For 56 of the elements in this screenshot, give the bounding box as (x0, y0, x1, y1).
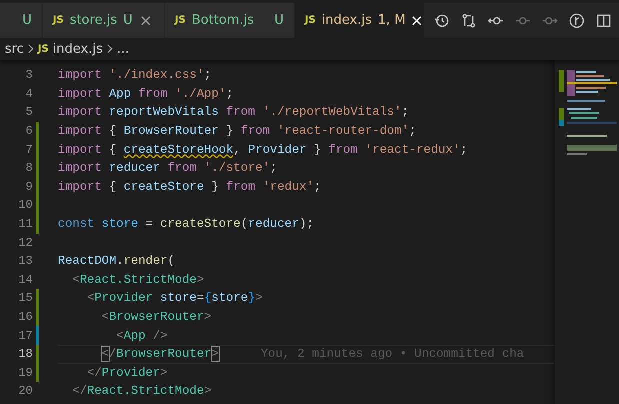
code-line: import reducer from './store'; (58, 161, 278, 176)
code-line: </BrowserRouter> (100, 347, 219, 362)
tab-status: U (123, 13, 133, 28)
js-file-icon: JS (305, 15, 316, 26)
code-line: import './index.css'; (58, 68, 212, 82)
code-line: const store = createStore(reducer); (58, 217, 314, 232)
line-number: 19 (18, 366, 33, 380)
code-line: </Provider> (86, 366, 168, 380)
line-number: 20 (18, 384, 33, 398)
tab-status: 1, M (378, 13, 406, 28)
tab-label: index.js (322, 13, 372, 28)
line-number: 6 (24, 124, 33, 138)
line-number: 5 (24, 105, 33, 120)
editor-tab[interactable]: U (0, 3, 43, 38)
code-line: <Provider store={store}> (86, 291, 263, 306)
code-line: import { BrowserRouter } from 'react-router-dom'; (58, 124, 416, 138)
line-number: 15 (18, 291, 33, 306)
chevron-icon (28, 44, 34, 54)
editor-tab[interactable]: JS Bottom.js U (165, 3, 295, 38)
breadcrumb-item[interactable]: index.js (52, 42, 104, 56)
line-number: 7 (24, 142, 33, 157)
js-file-icon: JS (38, 44, 49, 54)
code-line: ReactDOM.render( (58, 254, 176, 268)
tab-status: U (274, 13, 284, 28)
compare-changes-icon[interactable] (460, 12, 478, 30)
code-line: </React.StrictMode> (72, 384, 212, 398)
tab-label: Bottom.js (192, 13, 254, 28)
code-line: import App from './App'; (58, 86, 234, 101)
tab-status: U (22, 13, 32, 28)
line-number: 11 (18, 217, 33, 232)
editor-tab[interactable]: JS index.js 1, M (295, 3, 425, 38)
editor-tab[interactable]: JS store.js U (43, 3, 165, 38)
line-number: 3 (24, 68, 33, 82)
code-line: <BrowserRouter> (100, 310, 212, 324)
line-number: 14 (18, 272, 33, 287)
code-line: <React.StrictMode> (72, 272, 204, 287)
line-number: 12 (18, 236, 33, 250)
line-number: 4 (24, 86, 33, 101)
line-number: 8 (24, 161, 33, 176)
line-number: 13 (18, 254, 33, 268)
js-file-icon: JS (53, 15, 64, 26)
code-line: import { createStore } from 'redux'; (58, 180, 322, 194)
line-number: 9 (24, 180, 33, 194)
chevron-icon (107, 44, 114, 54)
js-file-icon: JS (175, 15, 186, 26)
blame-annotation: You, 2 minutes ago • Uncommitted cha (260, 347, 524, 362)
breadcrumb-item[interactable]: src (5, 42, 24, 56)
breadcrumb-item[interactable]: ... (117, 42, 130, 56)
line-number: 16 (18, 310, 33, 324)
line-number: 10 (18, 198, 33, 212)
code-line: <App /> (116, 328, 168, 343)
code-line: import reportWebVitals from './reportWebVitals'; (58, 105, 410, 120)
line-number: 17 (18, 328, 33, 343)
code-line: import { createStoreHook, Provider } from 'react-redux'; (58, 142, 468, 157)
tab-label: store.js (70, 13, 118, 28)
line-number: 18 (18, 347, 33, 362)
